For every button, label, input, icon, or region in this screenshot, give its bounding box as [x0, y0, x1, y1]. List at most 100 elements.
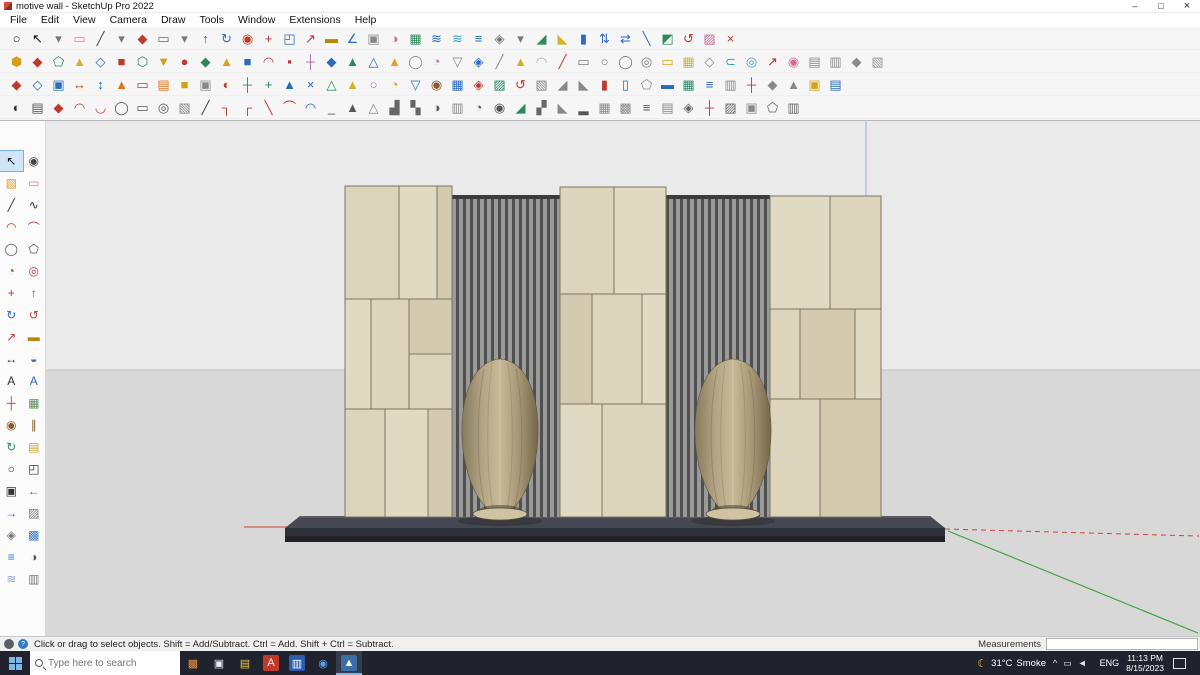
acrobat-taskbar-icon[interactable]: A	[258, 651, 284, 675]
toolbar-icon[interactable]: ▾	[111, 28, 132, 48]
toolbar-icon[interactable]: ◆	[132, 28, 153, 48]
toolbar-icon[interactable]: ╲	[258, 97, 279, 117]
toolbar-icon[interactable]: ┼	[300, 51, 321, 71]
toolbar-icon[interactable]: △	[363, 51, 384, 71]
toolbar-icon[interactable]: ●	[174, 51, 195, 71]
toolbar-icon[interactable]: ×	[300, 74, 321, 94]
toolbar-icon[interactable]: ◠	[300, 97, 321, 117]
start-button[interactable]	[0, 651, 30, 675]
eraser-tool[interactable]: ▭	[23, 173, 46, 193]
toolbar-icon[interactable]: ▬	[321, 28, 342, 48]
toolbar-icon[interactable]: ╱	[195, 97, 216, 117]
toolbar-icon[interactable]: ◆	[321, 51, 342, 71]
toolbar-icon[interactable]: ▦	[678, 74, 699, 94]
toolbar-icon[interactable]: ╱	[489, 51, 510, 71]
toolbar-icon[interactable]: ▩	[615, 97, 636, 117]
toolbar-icon[interactable]: ┼	[237, 74, 258, 94]
toolbar-icon[interactable]: ▣	[195, 74, 216, 94]
file-explorer-taskbar-icon[interactable]: ▤	[232, 651, 258, 675]
toolbar-icon[interactable]: ◆	[48, 97, 69, 117]
layers-tool[interactable]: ▥	[23, 569, 46, 589]
help-icon[interactable]: ?	[18, 639, 28, 649]
toolbar-icon[interactable]: ▽	[447, 51, 468, 71]
toolbar-icon[interactable]: ▭	[573, 51, 594, 71]
model-stone-panel-left[interactable]	[345, 186, 452, 517]
toolbar-icon[interactable]: ↺	[678, 28, 699, 48]
menu-camera[interactable]: Camera	[103, 13, 154, 27]
toolbar-icon[interactable]: ↻	[216, 28, 237, 48]
toolbar-icon[interactable]: ▦	[405, 28, 426, 48]
toolbar-icon[interactable]: ▧	[531, 74, 552, 94]
toolbar-icon[interactable]: _	[321, 97, 342, 117]
select-tool[interactable]: ↖	[0, 151, 23, 171]
toolbar-icon[interactable]: ▤	[657, 97, 678, 117]
offset-tool[interactable]: ◎	[23, 261, 46, 281]
dimension-tool[interactable]: ↔	[0, 349, 23, 369]
clock[interactable]: 11:13 PM 8/15/2023	[1126, 653, 1164, 673]
toolbar-icon[interactable]: +	[258, 74, 279, 94]
toolbar-icon[interactable]: +	[258, 28, 279, 48]
menu-extensions[interactable]: Extensions	[282, 13, 347, 27]
menu-file[interactable]: File	[3, 13, 34, 27]
toolbar-icon[interactable]: ◰	[279, 28, 300, 48]
toolbar-icon[interactable]: ◣	[573, 74, 594, 94]
orbit-tool[interactable]: ↻	[0, 437, 23, 457]
toolbar-icon[interactable]: ◣	[552, 97, 573, 117]
menu-draw[interactable]: Draw	[154, 13, 193, 27]
toolbar-icon[interactable]: ↗	[762, 51, 783, 71]
section-line-tool[interactable]: ≡	[0, 547, 23, 567]
toolbar-icon[interactable]: ◆	[846, 51, 867, 71]
toolbar-icon[interactable]: ↑	[195, 28, 216, 48]
toolbar-icon[interactable]: ⬠	[636, 74, 657, 94]
weather-widget[interactable]: ☾ 31°C Smoke	[977, 657, 1046, 670]
toolbar-icon[interactable]: ▧	[174, 97, 195, 117]
toolbar-icon[interactable]: ⬠	[762, 97, 783, 117]
toolbar-icon[interactable]: ◡	[90, 97, 111, 117]
toolbar-icon[interactable]: ▲	[111, 74, 132, 94]
toolbar-icon[interactable]: ◔	[468, 97, 489, 117]
toolbar-icon[interactable]: ◑	[384, 28, 405, 48]
toolbar-icon[interactable]: ◣	[552, 28, 573, 48]
toolbar-icon[interactable]: ▣	[804, 74, 825, 94]
toolbar-icon[interactable]: ╱	[552, 51, 573, 71]
toolbar-icon[interactable]: ▧	[867, 51, 888, 71]
toolbar-icon[interactable]: ┐	[216, 97, 237, 117]
toolbar-icon[interactable]: ■	[111, 51, 132, 71]
arc-tool[interactable]: ◠	[0, 217, 23, 237]
walk-tool[interactable]: ∥	[23, 415, 46, 435]
model-stone-panel-middle[interactable]	[560, 187, 666, 517]
toolbar-icon[interactable]: ↔	[69, 74, 90, 94]
toolbar-icon[interactable]: ≡	[699, 74, 720, 94]
next-tool[interactable]: →	[0, 503, 23, 523]
toolbar-icon[interactable]: ◠	[258, 51, 279, 71]
toolbar-icon[interactable]: ○	[594, 51, 615, 71]
toolbar-icon[interactable]: ▲	[342, 74, 363, 94]
menu-window[interactable]: Window	[231, 13, 282, 27]
toolbar-icon[interactable]: ⇅	[594, 28, 615, 48]
pie-tool[interactable]: ◔	[0, 261, 23, 281]
toolbar-icon[interactable]: ◆	[762, 74, 783, 94]
toolbar-icon[interactable]: ◯	[405, 51, 426, 71]
toolbar-icon[interactable]: △	[321, 74, 342, 94]
follow-me-tool[interactable]: ↺	[23, 305, 46, 325]
rotate-tool[interactable]: ↻	[0, 305, 23, 325]
toolbar-icon[interactable]: ◉	[489, 97, 510, 117]
toolbar-icon[interactable]: ◈	[468, 74, 489, 94]
toolbar-icon[interactable]: ■	[237, 51, 258, 71]
toolbar-icon[interactable]: ◈	[678, 97, 699, 117]
toolbar-icon[interactable]: ◇	[90, 51, 111, 71]
toolbar-icon[interactable]: ▨	[720, 97, 741, 117]
tape-measure-tool[interactable]: ▬	[23, 327, 46, 347]
toolbar-icon[interactable]: ◢	[510, 97, 531, 117]
polygon-tool[interactable]: ⬠	[23, 239, 46, 259]
toolbar-icon[interactable]: ⬢	[6, 51, 27, 71]
toolbar-icon[interactable]: ▭	[69, 28, 90, 48]
toolbar-icon[interactable]: ▲	[783, 74, 804, 94]
toolbar-icon[interactable]: ▣	[48, 74, 69, 94]
toolbar-icon[interactable]: ▾	[48, 28, 69, 48]
toolbar-icon[interactable]: ▲	[342, 97, 363, 117]
toolbar-icon[interactable]: ↕	[90, 74, 111, 94]
line-tool[interactable]: ╱	[0, 195, 23, 215]
toolbar-icon[interactable]: ⊂	[720, 51, 741, 71]
toolbar-icon[interactable]: ▯	[615, 74, 636, 94]
